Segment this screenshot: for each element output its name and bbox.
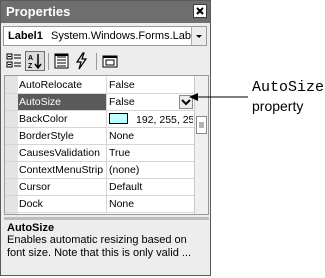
callout-label: AutoSize xyxy=(252,79,325,96)
callout-sublabel: property xyxy=(252,98,304,114)
callout-arrow xyxy=(189,93,248,101)
